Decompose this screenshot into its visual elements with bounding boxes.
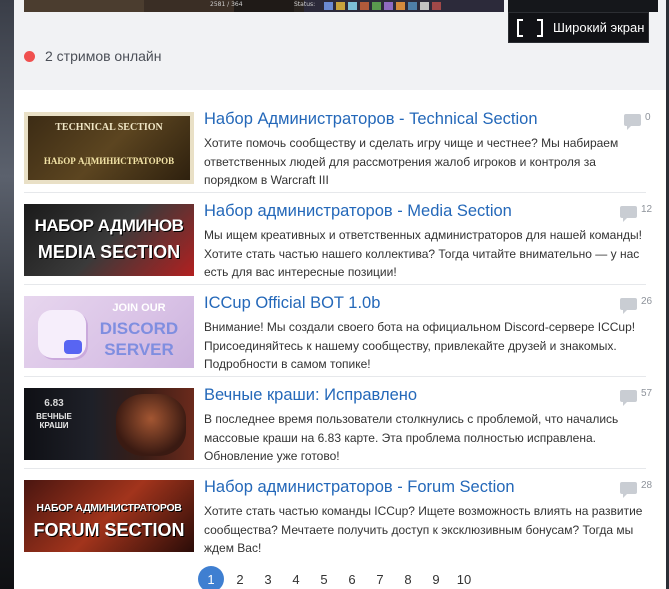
news-title-link[interactable]: Набор Администраторов - Technical Sectio… (204, 110, 538, 129)
comment-count: 28 (641, 479, 653, 491)
stream-status-label: Status: (294, 1, 316, 8)
thumbnail-caption-bottom: DISCORD SERVER (99, 319, 179, 359)
comment-count: 12 (641, 203, 653, 215)
divider (24, 284, 646, 285)
comments-link[interactable]: 26 (620, 295, 653, 314)
news-thumbnail[interactable]: НАБОР АДМИНОВ MEDIA SECTION (24, 204, 194, 276)
stream-preview[interactable]: 2581 / 364 Status: (24, 0, 504, 12)
thumbnail-caption-bottom: НАБОР АДМИНИСТРАТОРОВ (43, 156, 175, 166)
news-feed: TECHNICAL SECTION НАБОР АДМИНИСТРАТОРОВ … (14, 90, 666, 589)
comment-bubble-icon (620, 482, 637, 498)
news-description: В последнее время пользователи столкнули… (204, 412, 619, 463)
page-link-4[interactable]: 4 (282, 566, 310, 589)
comment-count: 0 (645, 111, 651, 123)
news-item: НАБОР АДМИНОВ MEDIA SECTION Набор админи… (24, 194, 652, 286)
thumbnail-caption-bottom: MEDIA SECTION (37, 242, 181, 262)
comments-link[interactable]: 12 (620, 203, 653, 222)
thumbnail-caption-top: TECHNICAL SECTION (55, 122, 163, 133)
page-link-8[interactable]: 8 (394, 566, 422, 589)
pagination: 1 2 3 4 5 6 7 8 9 10 (198, 566, 478, 589)
thumbnail-caption-bottom: ВЕЧНЫЕ КРАШИ (36, 412, 72, 430)
thumbnail-caption-bottom: FORUM SECTION (33, 520, 185, 540)
comments-link[interactable]: 0 (624, 111, 651, 130)
hero-artwork (116, 394, 186, 456)
stream-counter: 2581 / 364 (210, 1, 243, 8)
thumbnail-caption-top: НАБОР АДМИНОВ (34, 216, 184, 235)
news-thumbnail[interactable]: TECHNICAL SECTION НАБОР АДМИНИСТРАТОРОВ (24, 112, 194, 184)
comments-link[interactable]: 28 (620, 479, 653, 498)
page-link-3[interactable]: 3 (254, 566, 282, 589)
news-title-link[interactable]: Набор администраторов - Forum Section (204, 478, 515, 497)
news-thumbnail[interactable]: JOIN OUR DISCORD SERVER (24, 296, 194, 368)
discord-logo-icon (64, 340, 82, 354)
news-title-link[interactable]: ICCup Official BOT 1.0b (204, 294, 380, 313)
news-description: Хотите стать частью команды ICCup? Ищете… (204, 504, 643, 555)
divider (24, 192, 646, 193)
news-thumbnail[interactable]: НАБОР АДМИНИСТРАТОРОВ FORUM SECTION (24, 480, 194, 552)
background-left-edge (0, 0, 14, 589)
wide-screen-label: Широкий экран (553, 20, 645, 35)
page-link-7[interactable]: 7 (366, 566, 394, 589)
news-description: Внимание! Мы создали своего бота на офиц… (204, 320, 636, 371)
page-link-5[interactable]: 5 (310, 566, 338, 589)
online-streams-text: 2 стримов онлайн (45, 48, 162, 64)
thumbnail-caption-top: НАБОР АДМИНИСТРАТОРОВ (36, 502, 182, 514)
comment-count: 26 (641, 295, 653, 307)
comment-bubble-icon (620, 298, 637, 314)
page-link-2[interactable]: 2 (226, 566, 254, 589)
news-item: НАБОР АДМИНИСТРАТОРОВ FORUM SECTION Набо… (24, 470, 652, 562)
news-item: JOIN OUR DISCORD SERVER ICCup Official B… (24, 286, 652, 378)
divider (24, 376, 646, 377)
page-link-6[interactable]: 6 (338, 566, 366, 589)
news-item: TECHNICAL SECTION НАБОР АДМИНИСТРАТОРОВ … (24, 102, 651, 194)
news-item: 6.83 ВЕЧНЫЕ КРАШИ Вечные краши: Исправле… (24, 378, 652, 470)
news-title-link[interactable]: Вечные краши: Исправлено (204, 386, 417, 405)
thumbnail-caption-top: 6.83 (44, 398, 64, 409)
comment-bubble-icon (620, 390, 637, 406)
wide-screen-button[interactable]: Широкий экран (508, 12, 649, 43)
page-link-10[interactable]: 10 (450, 566, 478, 589)
fullscreen-brackets-icon (517, 18, 543, 37)
page-link-9[interactable]: 9 (422, 566, 450, 589)
comment-count: 57 (641, 387, 653, 399)
comments-link[interactable]: 57 (620, 387, 653, 406)
divider (24, 468, 646, 469)
news-title-link[interactable]: Набор администраторов - Media Section (204, 202, 512, 221)
stream-preview-side (508, 0, 658, 12)
online-streams-indicator: 2 стримов онлайн (24, 48, 161, 64)
news-description: Мы ищем креативных и ответственных админ… (204, 228, 642, 279)
news-description: Хотите помочь сообществу и сделать игру … (204, 136, 619, 187)
live-dot-icon (24, 50, 35, 62)
comment-bubble-icon (620, 206, 637, 222)
comment-bubble-icon (624, 114, 641, 130)
page-link-1[interactable]: 1 (198, 566, 224, 589)
news-thumbnail[interactable]: 6.83 ВЕЧНЫЕ КРАШИ (24, 388, 194, 460)
thumbnail-caption-top: JOIN OUR (112, 302, 166, 314)
